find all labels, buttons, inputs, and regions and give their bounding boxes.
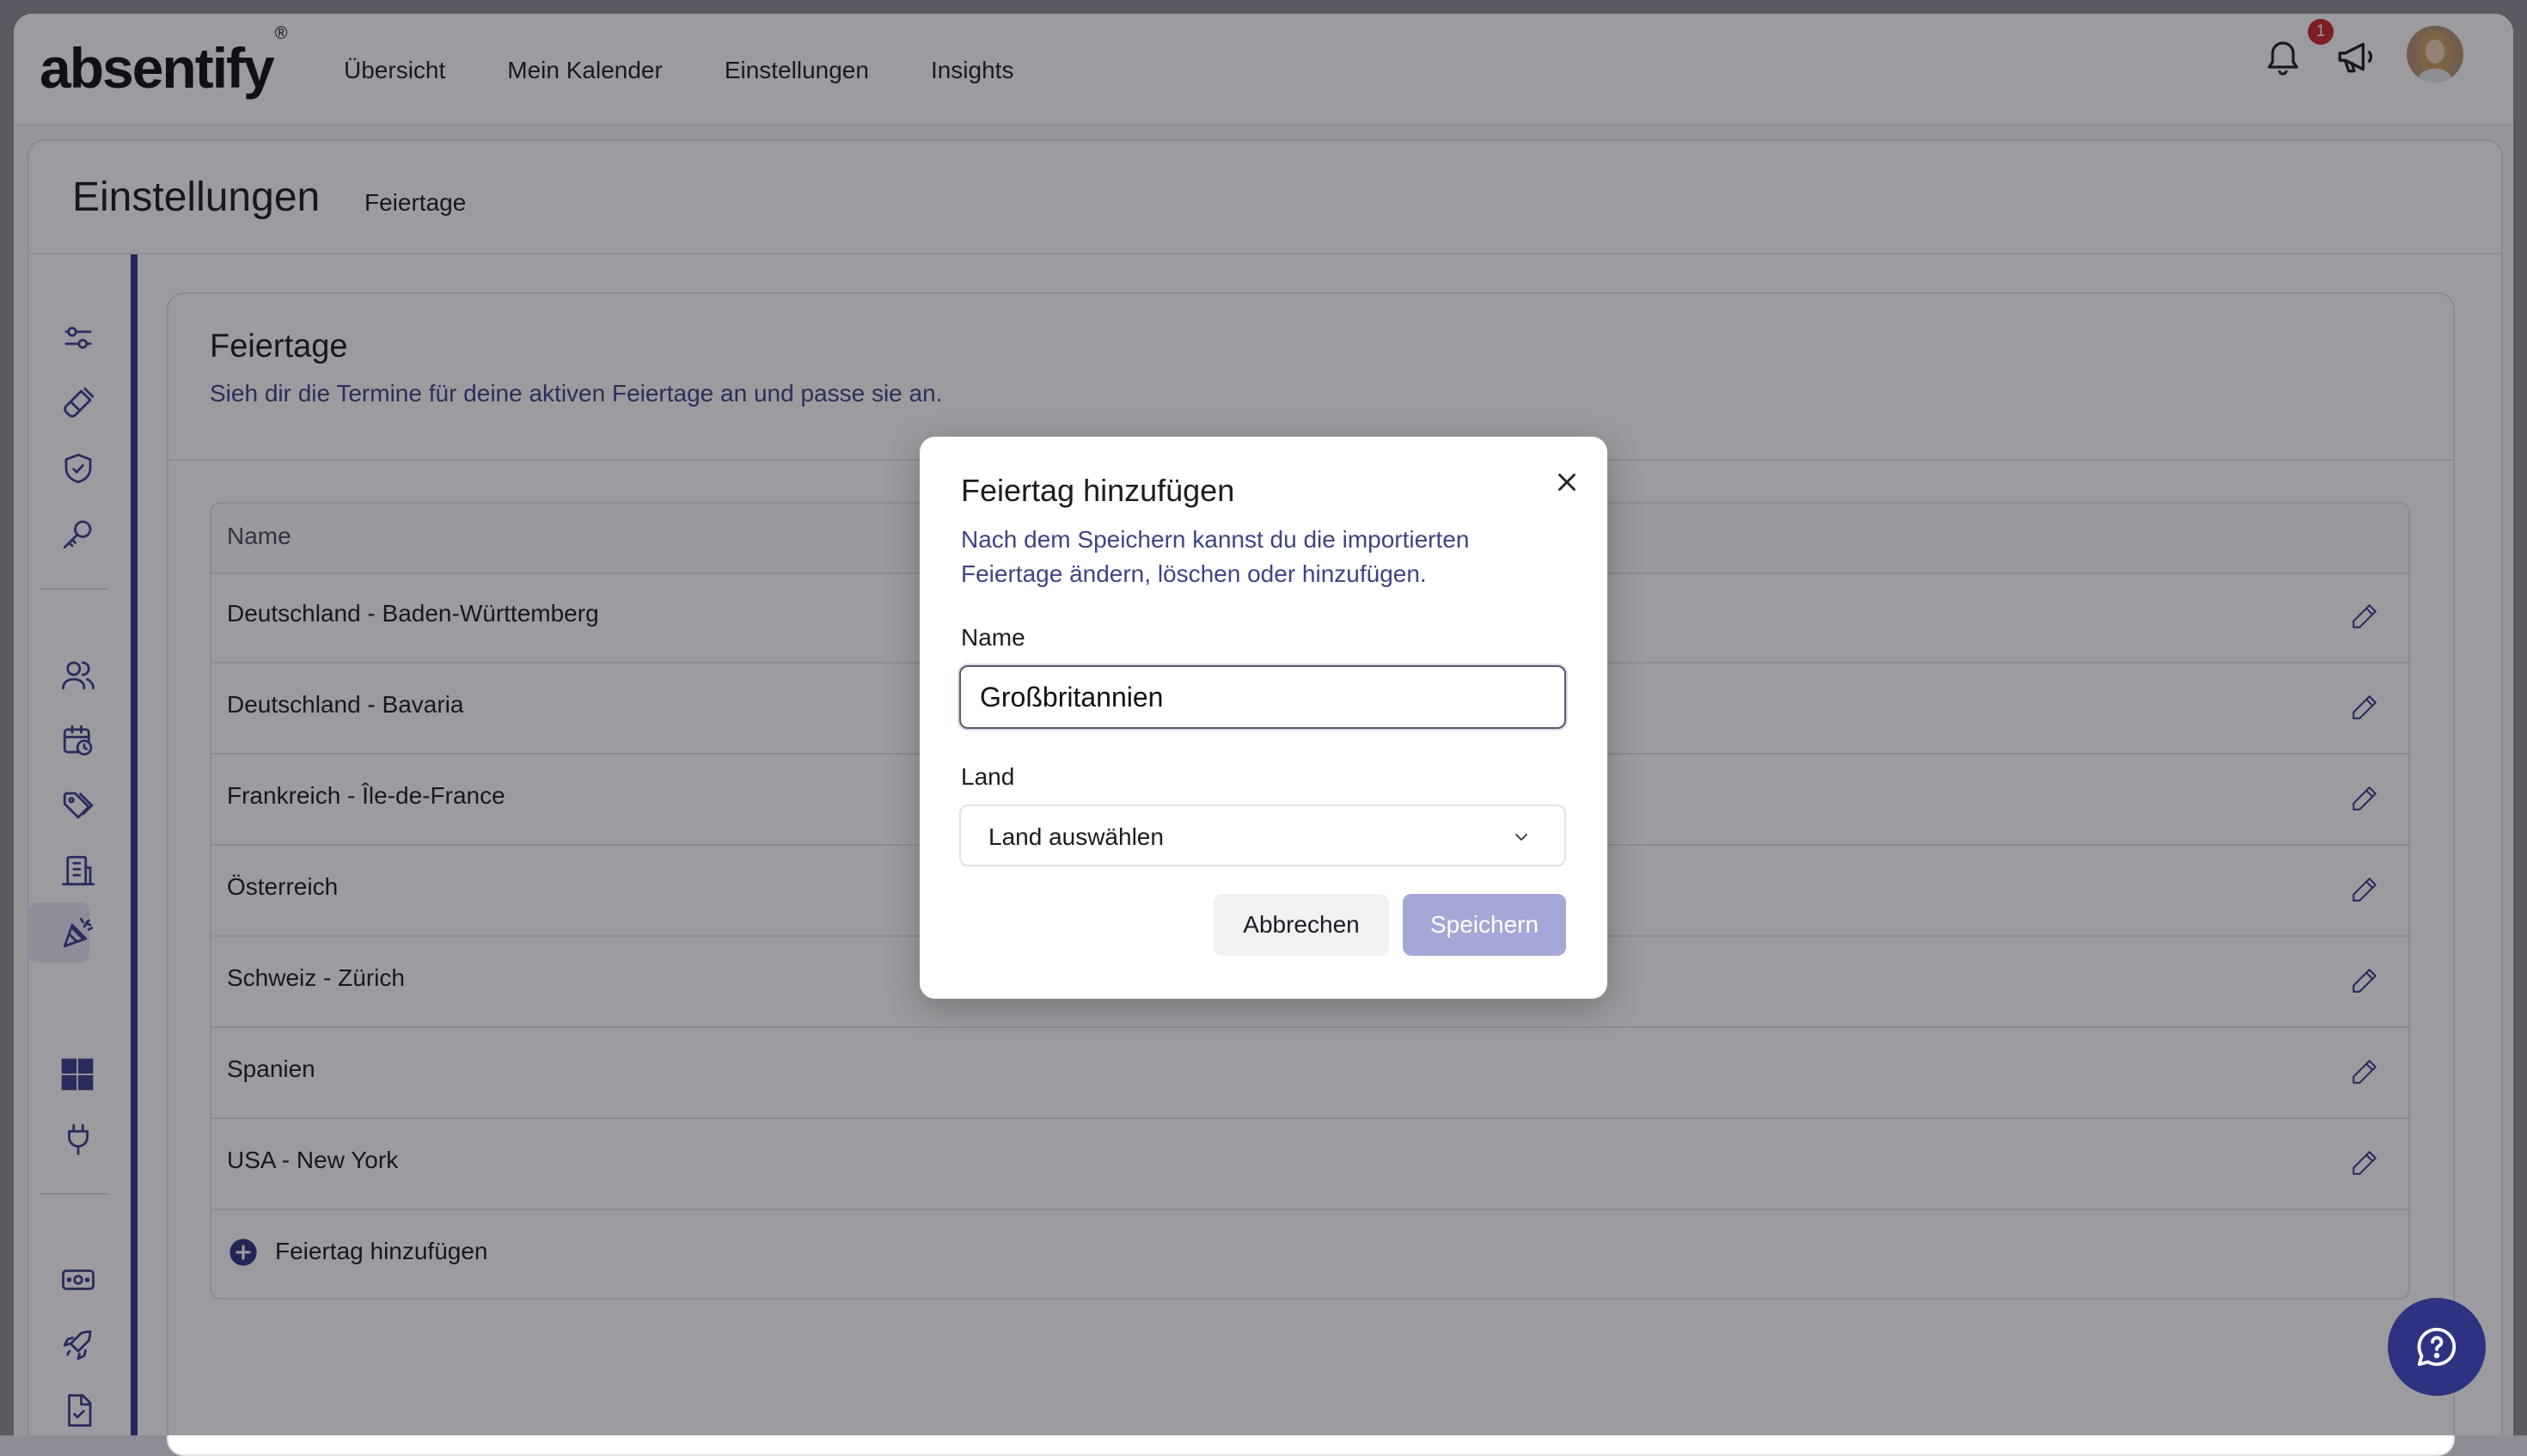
save-button[interactable]: Speichern (1403, 894, 1566, 956)
add-holiday-dialog: Feiertag hinzufügen Nach dem Speichern k… (920, 437, 1607, 999)
chat-support-button[interactable] (2388, 1298, 2486, 1396)
cancel-button[interactable]: Abbrechen (1214, 894, 1389, 956)
chevron-down-icon (1511, 827, 1532, 847)
chat-question-icon (2414, 1324, 2460, 1370)
holiday-name-input[interactable] (959, 665, 1566, 729)
name-field-label: Name (961, 624, 1025, 651)
dialog-description: Nach dem Speichern kannst du die importi… (961, 526, 1470, 587)
dialog-title: Feiertag hinzufügen (961, 473, 1235, 508)
country-field-label: Land (961, 763, 1015, 790)
country-select[interactable]: Land auswählen (959, 804, 1566, 866)
close-icon[interactable] (1552, 468, 1582, 497)
country-select-placeholder: Land auswählen (988, 823, 1164, 850)
